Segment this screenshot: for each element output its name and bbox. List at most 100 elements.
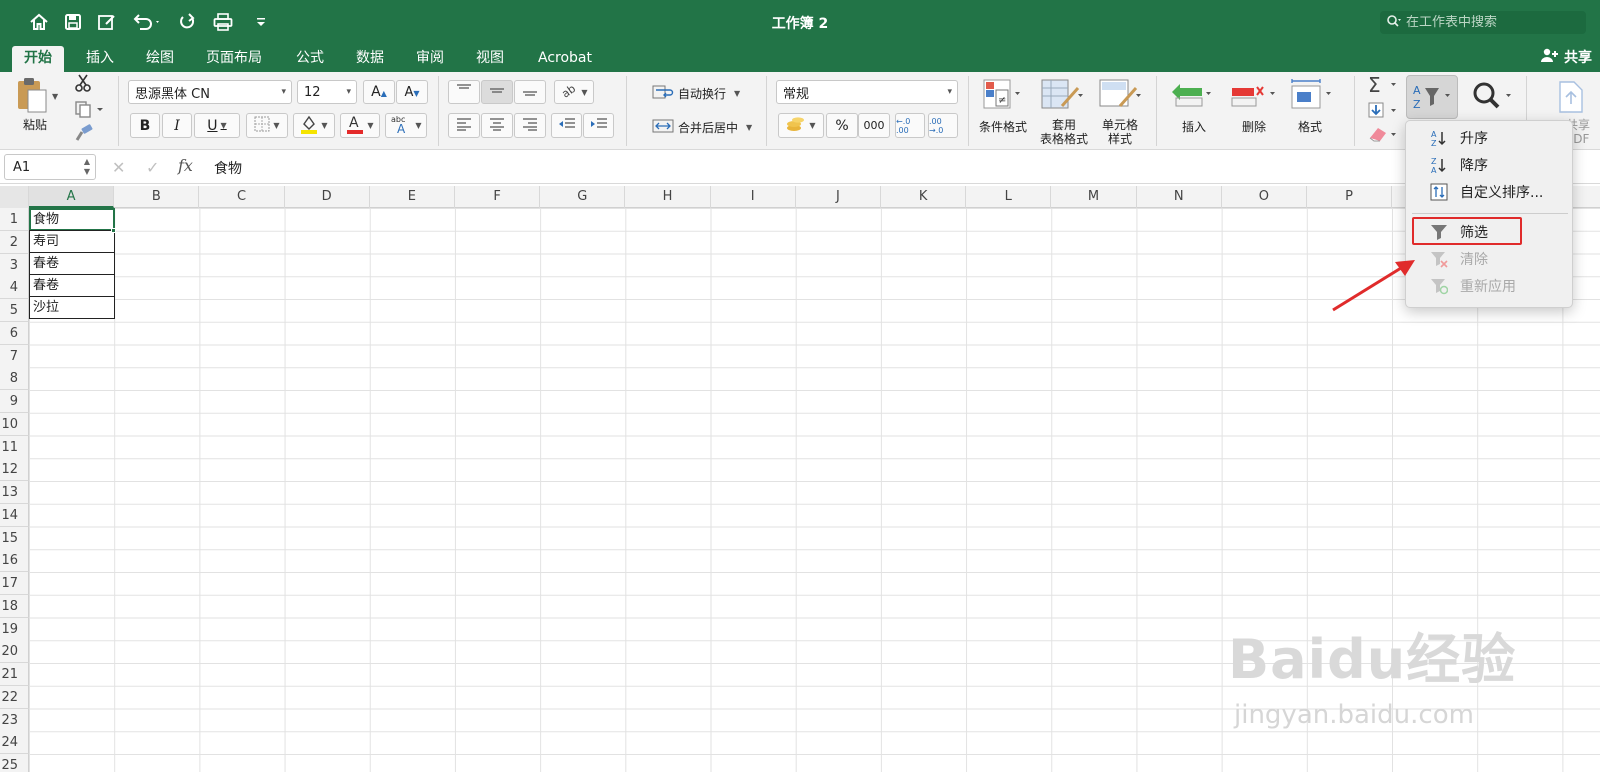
cell-a1[interactable]: 食物 bbox=[29, 208, 115, 231]
column-header-e[interactable]: E bbox=[370, 186, 455, 208]
paste-dropdown-icon[interactable]: ▼ bbox=[52, 92, 58, 101]
home-icon[interactable] bbox=[26, 9, 52, 35]
confirm-icon[interactable]: ✓ bbox=[146, 158, 159, 177]
column-header-k[interactable]: K bbox=[881, 186, 967, 208]
column-header-m[interactable]: M bbox=[1051, 186, 1137, 208]
cut-icon[interactable] bbox=[74, 74, 92, 96]
decrease-font-button[interactable]: A▼ bbox=[396, 80, 428, 104]
search-input[interactable] bbox=[1406, 15, 1576, 30]
accounting-format-button[interactable]: ▼ bbox=[778, 113, 824, 138]
cancel-icon[interactable]: ✕ bbox=[112, 158, 125, 177]
bold-button[interactable]: B bbox=[130, 113, 160, 138]
row-header-12[interactable]: 12 bbox=[0, 458, 29, 482]
tab-formulas[interactable]: 公式 bbox=[284, 46, 336, 72]
column-header-i[interactable]: I bbox=[711, 186, 796, 208]
align-top-button[interactable] bbox=[448, 80, 480, 104]
menu-item-descending[interactable]: ZA 降序 bbox=[1406, 152, 1574, 178]
increase-font-button[interactable]: A▲ bbox=[363, 80, 395, 104]
row-header-2[interactable]: 2 bbox=[0, 230, 29, 254]
align-left-button[interactable] bbox=[448, 113, 480, 138]
row-header-13[interactable]: 13 bbox=[0, 481, 29, 504]
align-right-button[interactable] bbox=[514, 113, 546, 138]
copy-icon[interactable] bbox=[74, 100, 104, 122]
row-header-16[interactable]: 16 bbox=[0, 549, 29, 573]
number-format-select[interactable]: 常规 ▾ bbox=[776, 80, 958, 104]
decrease-indent-button[interactable] bbox=[551, 113, 582, 138]
align-bottom-button[interactable] bbox=[514, 80, 546, 104]
insert-cells-icon[interactable] bbox=[1170, 78, 1214, 116]
column-header-n[interactable]: N bbox=[1137, 186, 1222, 208]
decrease-decimal-button[interactable]: .00 →.0 bbox=[928, 113, 958, 138]
undo-icon[interactable] bbox=[130, 9, 164, 35]
tab-review[interactable]: 审阅 bbox=[404, 46, 456, 72]
row-header-20[interactable]: 20 bbox=[0, 640, 29, 664]
formula-input[interactable]: 食物 bbox=[214, 158, 242, 178]
row-header-23[interactable]: 23 bbox=[0, 708, 29, 732]
column-header-a[interactable]: A bbox=[29, 186, 115, 208]
cell-a5[interactable]: 沙拉 bbox=[29, 296, 115, 319]
italic-button[interactable]: I bbox=[162, 113, 192, 138]
menu-item-ascending[interactable]: AZ 升序 bbox=[1406, 125, 1574, 151]
edit-icon[interactable] bbox=[94, 9, 120, 35]
paste-icon[interactable] bbox=[14, 76, 50, 118]
tab-home[interactable]: 开始 bbox=[12, 46, 64, 72]
row-header-25[interactable]: 25 bbox=[0, 754, 29, 772]
row-header-18[interactable]: 18 bbox=[0, 594, 29, 618]
percent-button[interactable]: % bbox=[826, 113, 858, 138]
row-header-5[interactable]: 5 bbox=[0, 299, 29, 322]
fill-icon[interactable] bbox=[1366, 100, 1400, 124]
phonetic-button[interactable]: abc A ▼ bbox=[385, 113, 427, 138]
tab-page-layout[interactable]: 页面布局 bbox=[194, 46, 274, 72]
redo-icon[interactable] bbox=[174, 9, 200, 35]
tab-data[interactable]: 数据 bbox=[344, 46, 396, 72]
row-header-7[interactable]: 7 bbox=[0, 344, 29, 368]
increase-indent-button[interactable] bbox=[583, 113, 614, 138]
orientation-button[interactable]: ab ▼ bbox=[554, 80, 594, 104]
save-icon[interactable] bbox=[60, 9, 86, 35]
row-header-3[interactable]: 3 bbox=[0, 253, 29, 277]
cell-a2[interactable]: 寿司 bbox=[29, 230, 115, 253]
menu-item-custom-sort[interactable]: 自定义排序... bbox=[1406, 179, 1574, 205]
tab-draw[interactable]: 绘图 bbox=[134, 46, 186, 72]
conditional-format-icon[interactable]: ≠ bbox=[982, 78, 1022, 116]
increase-decimal-button[interactable]: ←.0 .00 bbox=[895, 113, 925, 138]
column-header-b[interactable]: B bbox=[114, 186, 200, 208]
format-cells-icon[interactable] bbox=[1288, 78, 1334, 116]
print-icon[interactable] bbox=[210, 9, 236, 35]
delete-cells-icon[interactable] bbox=[1230, 78, 1278, 116]
comma-style-button[interactable]: 000 bbox=[858, 113, 890, 138]
column-header-c[interactable]: C bbox=[199, 186, 285, 208]
row-header-6[interactable]: 6 bbox=[0, 321, 29, 345]
clear-icon[interactable] bbox=[1366, 124, 1400, 148]
row-header-10[interactable]: 10 bbox=[0, 412, 29, 436]
align-center-button[interactable] bbox=[481, 113, 513, 138]
row-header-1[interactable]: 1 bbox=[0, 208, 29, 231]
row-header-14[interactable]: 14 bbox=[0, 503, 29, 527]
customize-toolbar-icon[interactable] bbox=[248, 9, 274, 35]
column-header-j[interactable]: J bbox=[796, 186, 881, 208]
font-name-select[interactable]: 思源黑体 CN ▾ bbox=[128, 80, 292, 104]
find-select-icon[interactable] bbox=[1470, 80, 1516, 118]
row-header-24[interactable]: 24 bbox=[0, 731, 29, 755]
name-box[interactable]: A1 ▲ ▼ bbox=[4, 154, 96, 180]
autosum-icon[interactable]: Σ bbox=[1366, 73, 1400, 100]
share-button[interactable]: 共享 bbox=[1540, 47, 1592, 67]
wrap-text-button[interactable]: 自动换行 ▼ bbox=[652, 84, 740, 103]
insert-function-icon[interactable]: fx bbox=[178, 156, 193, 175]
row-header-11[interactable]: 11 bbox=[0, 435, 29, 459]
select-all-corner[interactable] bbox=[0, 186, 29, 208]
fill-handle[interactable] bbox=[111, 228, 116, 233]
column-header-g[interactable]: G bbox=[540, 186, 626, 208]
row-header-22[interactable]: 22 bbox=[0, 685, 29, 709]
tab-view[interactable]: 视图 bbox=[464, 46, 516, 72]
name-box-stepper-icon[interactable]: ▲ ▼ bbox=[84, 157, 90, 177]
align-middle-button[interactable] bbox=[481, 80, 513, 104]
column-header-h[interactable]: H bbox=[625, 186, 711, 208]
column-header-f[interactable]: F bbox=[455, 186, 541, 208]
fill-color-button[interactable]: ▼ bbox=[293, 113, 335, 138]
cell-a4[interactable]: 春卷 bbox=[29, 274, 115, 297]
row-header-9[interactable]: 9 bbox=[0, 390, 29, 413]
cell-styles-icon[interactable] bbox=[1098, 78, 1142, 116]
row-header-4[interactable]: 4 bbox=[0, 276, 29, 300]
row-header-21[interactable]: 21 bbox=[0, 663, 29, 686]
